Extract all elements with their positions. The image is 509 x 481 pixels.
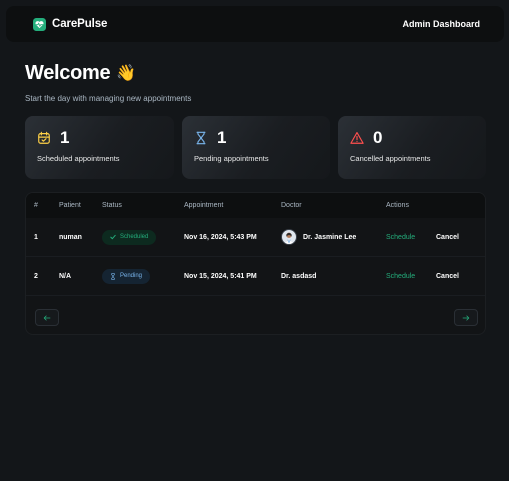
status-badge: Scheduled	[102, 229, 157, 245]
doctor-cell: Dr. asdasd	[281, 273, 316, 280]
cancel-button[interactable]: Cancel	[436, 273, 459, 280]
appointment-date: Nov 16, 2024, 5:43 PM	[184, 233, 257, 241]
page-title: Welcome	[25, 62, 111, 84]
stat-count-scheduled: 1	[60, 127, 70, 147]
schedule-button[interactable]: Schedule	[386, 273, 415, 280]
stat-card-cancelled: 0 Cancelled appointments	[338, 116, 486, 179]
carepulse-logo-icon	[33, 17, 46, 31]
doctor-cell: Dr. Jasmine Lee	[281, 229, 356, 245]
stat-card-scheduled: 1 Scheduled appointments	[25, 116, 174, 179]
schedule-button[interactable]: Schedule	[386, 234, 415, 241]
previous-page-button[interactable]	[35, 309, 59, 326]
hourglass-icon	[111, 272, 115, 280]
next-page-button[interactable]	[454, 309, 478, 326]
stat-label-cancelled: Cancelled appointments	[350, 154, 431, 163]
header-doctor: Doctor	[281, 202, 302, 209]
status-label: Scheduled	[120, 234, 149, 240]
appointment-date: Nov 15, 2024, 5:41 PM	[184, 272, 257, 280]
waving-hand-icon: 👋	[116, 64, 137, 82]
stat-label-pending: Pending appointments	[194, 154, 269, 163]
arrow-left-icon	[43, 315, 51, 320]
patient-name: N/A	[59, 272, 72, 280]
status-cell: Scheduled	[102, 229, 157, 245]
doctor-name: Dr. asdasd	[281, 272, 317, 280]
check-icon	[110, 234, 116, 240]
appointments-table: # Patient Status Appointment Doctor Acti…	[25, 192, 486, 335]
patient-name: numan	[59, 233, 82, 241]
stat-label-scheduled: Scheduled appointments	[37, 154, 120, 163]
header-patient: Patient	[59, 202, 81, 209]
doctor-avatar	[281, 229, 297, 245]
status-cell: Pending	[102, 268, 151, 284]
stat-count-pending: 1	[217, 127, 227, 147]
row-number: 2	[34, 272, 38, 280]
row-number: 1	[34, 233, 38, 241]
header-actions: Actions	[386, 202, 409, 209]
table-row: 1 numan Scheduled Nov 16, 2024, 5:43 PM …	[26, 218, 485, 257]
cancel-button[interactable]: Cancel	[436, 234, 459, 241]
calendar-check-icon	[38, 131, 50, 144]
arrow-right-icon	[462, 315, 470, 320]
doctor-portrait-icon	[284, 232, 294, 244]
status-label: Pending	[120, 273, 143, 279]
hourglass-icon	[196, 131, 206, 144]
stat-card-pending: 1 Pending appointments	[182, 116, 330, 179]
app-name: CarePulse	[52, 18, 108, 30]
welcome-heading: Welcome 👋	[25, 62, 136, 85]
stat-count-cancelled: 0	[373, 127, 383, 147]
table-header: # Patient Status Appointment Doctor Acti…	[26, 193, 485, 218]
doctor-name: Dr. Jasmine Lee	[303, 233, 357, 241]
stat-cards: 1 Scheduled appointments 1 Pending appoi…	[25, 116, 486, 179]
header-appointment: Appointment	[184, 202, 224, 209]
logo[interactable]: CarePulse	[33, 17, 108, 31]
table-row: 2 N/A Pending Nov 15, 2024, 5:41 PM Dr. …	[26, 257, 485, 296]
header-status: Status	[102, 202, 122, 209]
top-header: CarePulse Admin Dashboard	[6, 6, 504, 42]
page-subtitle: Start the day with managing new appointm…	[25, 94, 192, 103]
admin-dashboard-title: Admin Dashboard	[402, 19, 480, 29]
status-badge: Pending	[102, 268, 151, 284]
header-num: #	[34, 202, 38, 209]
alert-triangle-icon	[350, 131, 364, 144]
